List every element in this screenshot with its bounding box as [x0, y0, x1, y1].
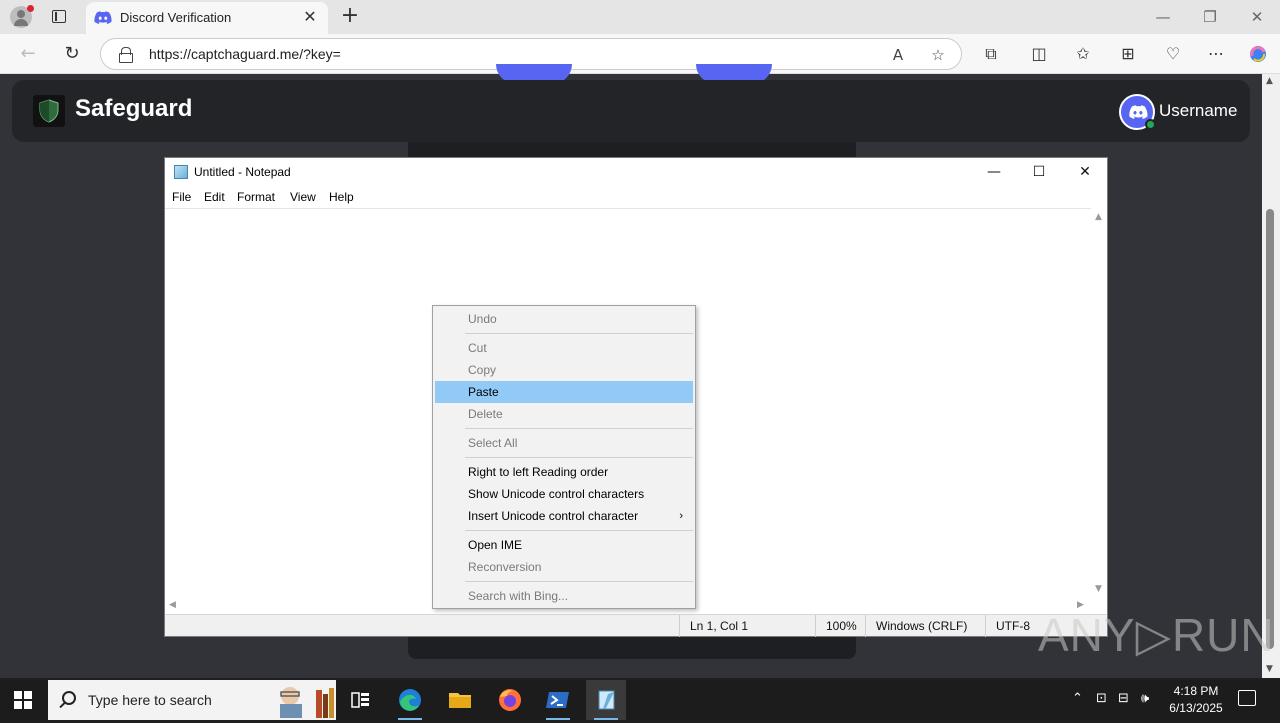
collections-icon[interactable]: ⊞	[1113, 40, 1143, 68]
brand-name: Safeguard	[75, 95, 193, 122]
taskbar-clock[interactable]: 4:18 PM 6/13/2025	[1158, 683, 1234, 717]
notepad-maximize-button[interactable]: ☐	[1016, 158, 1062, 186]
menu-item-copy[interactable]: Copy	[435, 359, 693, 381]
browser-restore-button[interactable]: ❐	[1187, 4, 1233, 30]
notepad-menu-bar: File Edit Format View Help	[165, 186, 1107, 208]
status-line-endings: Windows (CRLF)	[865, 615, 985, 637]
menu-edit[interactable]: Edit	[204, 190, 225, 204]
menu-item-cut[interactable]: Cut	[435, 337, 693, 359]
scroll-down-icon[interactable]: ▼	[1095, 584, 1102, 594]
search-highlight-image	[280, 687, 334, 718]
menu-item-reconversion[interactable]: Reconversion	[435, 556, 693, 578]
browser-nav-bar: ← ↻ https://captchaguard.me/?key= A ☆ ⧉ …	[0, 34, 1280, 74]
taskbar-search-box[interactable]: Type here to search	[48, 680, 336, 720]
task-view-icon[interactable]	[340, 680, 380, 720]
discord-avatar[interactable]	[1119, 94, 1156, 130]
status-cursor-position: Ln 1, Col 1	[679, 615, 815, 637]
status-zoom: 100%	[815, 615, 865, 637]
lock-icon[interactable]	[119, 47, 133, 63]
tab-discord-verification[interactable]: Discord Verification ✕	[86, 2, 328, 34]
notepad-vertical-scrollbar[interactable]: ▲ ▼	[1091, 208, 1107, 598]
anyrun-watermark: ANY▷RUN	[1038, 609, 1275, 661]
online-status-icon	[1145, 119, 1156, 130]
new-tab-button[interactable]: +	[338, 4, 362, 28]
menu-separator	[465, 457, 693, 458]
file-explorer-icon[interactable]	[440, 680, 480, 720]
discord-icon	[94, 11, 112, 24]
refresh-icon[interactable]: ↻	[57, 40, 87, 68]
menu-item-undo[interactable]: Undo	[435, 308, 693, 330]
notification-center-icon[interactable]	[1238, 690, 1256, 706]
search-icon	[62, 691, 76, 705]
notepad-icon	[174, 165, 188, 179]
context-menu: Undo Cut Copy Paste Delete Select All Ri…	[432, 305, 696, 609]
browser-close-button[interactable]: ✕	[1234, 4, 1280, 30]
browser-tab-bar: Discord Verification ✕ + — ❐ ✕	[0, 0, 1280, 34]
notepad-taskbar-icon[interactable]	[586, 680, 626, 720]
windows-taskbar: Type here to search ⌃ ⊡ ⊟ 🕪 4:18 PM 6/13…	[0, 680, 1280, 720]
menu-item-delete[interactable]: Delete	[435, 403, 693, 425]
firefox-icon[interactable]	[490, 680, 530, 720]
notepad-minimize-button[interactable]: —	[971, 158, 1017, 186]
scroll-up-icon[interactable]: ▲	[1095, 212, 1102, 222]
clock-date: 6/13/2025	[1169, 701, 1223, 715]
notepad-close-button[interactable]: ✕	[1062, 158, 1108, 186]
browser-essentials-icon[interactable]: ♡	[1158, 40, 1188, 68]
scroll-thumb[interactable]	[1266, 209, 1274, 649]
windows-start-icon[interactable]	[14, 691, 32, 709]
edge-icon[interactable]	[390, 680, 430, 720]
volume-icon[interactable]: 🕪	[1141, 691, 1149, 706]
favorite-star-icon[interactable]: ☆	[927, 44, 949, 66]
favorites-icon[interactable]: ✩	[1068, 40, 1098, 68]
show-hidden-icons-icon[interactable]: ⌃	[1072, 691, 1083, 706]
extensions-icon[interactable]: ⧉	[976, 40, 1006, 68]
menu-item-select-all[interactable]: Select All	[435, 432, 693, 454]
menu-separator	[465, 530, 693, 531]
clock-time: 4:18 PM	[1173, 684, 1219, 698]
copilot-icon[interactable]	[1243, 40, 1273, 68]
browser-minimize-button[interactable]: —	[1140, 4, 1186, 30]
notepad-title: Untitled - Notepad	[194, 165, 291, 179]
scroll-left-icon[interactable]: ◀	[169, 600, 176, 610]
menu-item-open-ime[interactable]: Open IME	[435, 534, 693, 556]
device-icon[interactable]: ⊡	[1096, 691, 1107, 706]
search-placeholder: Type here to search	[88, 692, 212, 708]
profile-icon[interactable]	[10, 5, 34, 28]
menu-help[interactable]: Help	[329, 190, 354, 204]
menu-view[interactable]: View	[290, 190, 316, 204]
menu-format[interactable]: Format	[237, 190, 275, 204]
menu-item-paste[interactable]: Paste	[435, 381, 693, 403]
menu-item-rtl-reading-order[interactable]: Right to left Reading order	[435, 461, 693, 483]
menu-separator	[465, 333, 693, 334]
read-aloud-icon[interactable]: A	[887, 44, 909, 66]
menu-item-insert-unicode-control[interactable]: Insert Unicode control character ›	[435, 505, 693, 527]
menu-file[interactable]: File	[172, 190, 191, 204]
shield-icon	[33, 95, 65, 127]
notepad-title-bar[interactable]: Untitled - Notepad — ☐ ✕	[165, 158, 1107, 186]
network-icon[interactable]: ⊟	[1118, 691, 1129, 706]
more-options-icon[interactable]: ⋯	[1201, 40, 1231, 68]
tab-actions-icon[interactable]	[50, 8, 68, 26]
powershell-icon[interactable]	[538, 680, 578, 720]
tab-title: Discord Verification	[120, 10, 232, 25]
page-scrollbar[interactable]: ▲ ▼	[1262, 74, 1280, 678]
notepad-status-bar: Ln 1, Col 1 100% Windows (CRLF) UTF-8	[165, 614, 1107, 637]
notification-dot	[27, 5, 34, 12]
url-text[interactable]: https://captchaguard.me/?key=	[149, 46, 341, 62]
menu-item-label: Insert Unicode control character	[468, 509, 639, 523]
menu-item-show-unicode-control[interactable]: Show Unicode control characters	[435, 483, 693, 505]
menu-separator	[465, 428, 693, 429]
menu-separator	[465, 581, 693, 582]
split-screen-icon[interactable]: ◫	[1024, 40, 1054, 68]
scroll-down-icon[interactable]: ▼	[1266, 664, 1273, 674]
submenu-arrow-icon: ›	[679, 510, 683, 522]
username: Username	[1159, 101, 1238, 120]
menu-item-search-with-bing[interactable]: Search with Bing...	[435, 585, 693, 607]
back-arrow-icon[interactable]: ←	[13, 40, 43, 68]
scroll-up-icon[interactable]: ▲	[1266, 76, 1273, 86]
site-header: Safeguard Username	[12, 80, 1250, 142]
tab-close-icon[interactable]: ✕	[302, 8, 318, 26]
